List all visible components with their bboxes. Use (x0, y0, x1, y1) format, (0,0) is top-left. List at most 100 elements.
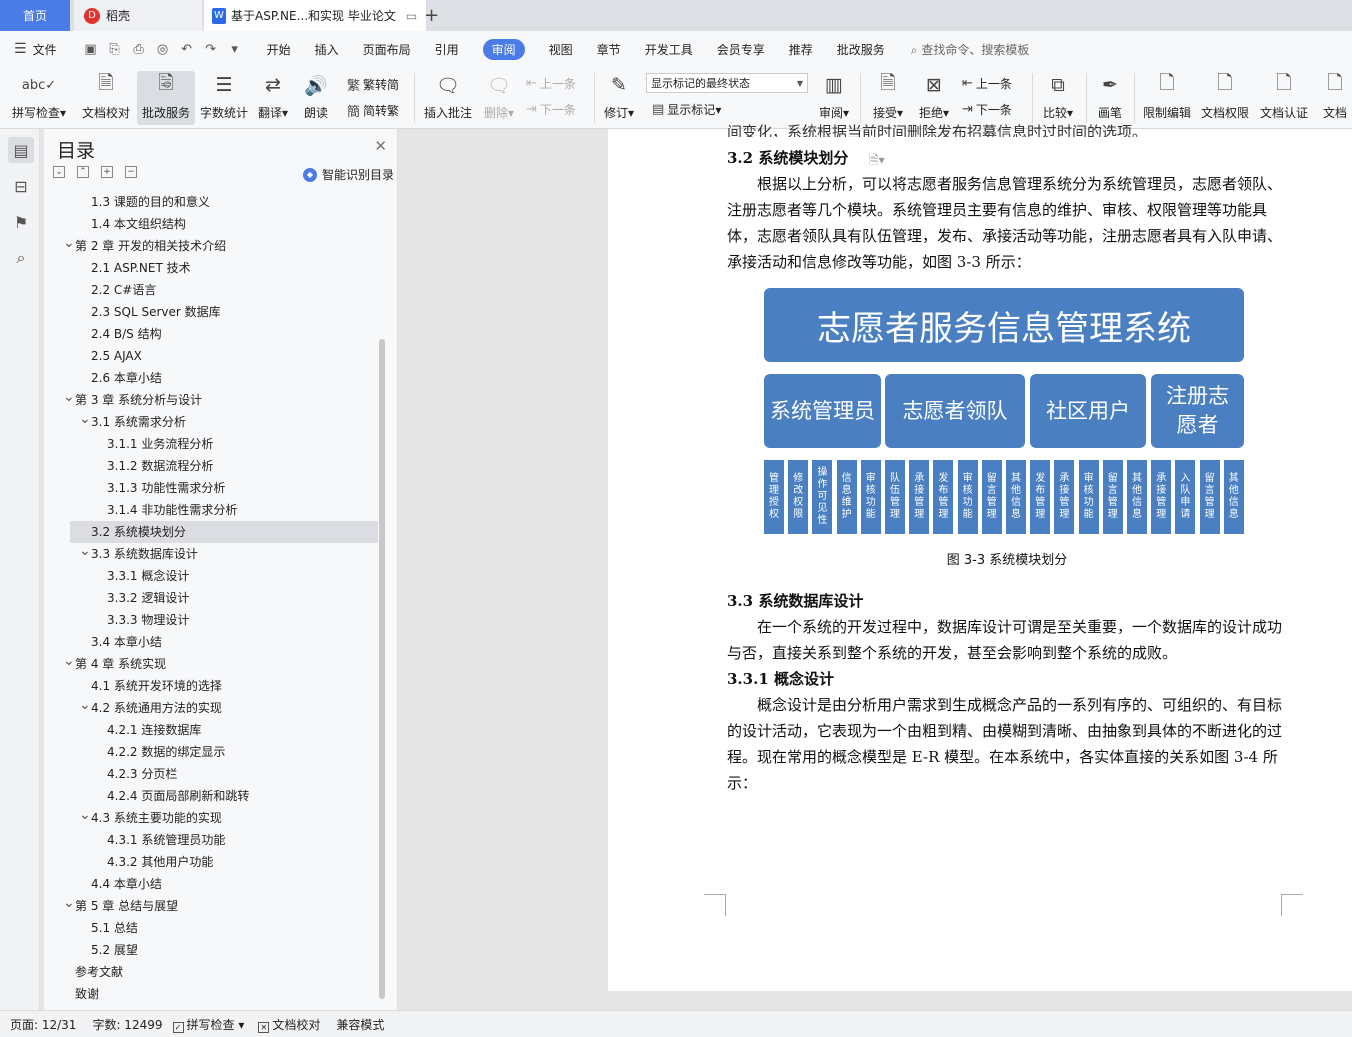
spell-check-button[interactable]: abc✓ 拼写检查▾ (8, 71, 70, 125)
toc-item[interactable]: ⌄ 第 2 章 开发的相关技术介绍 (44, 235, 374, 257)
toc-item[interactable]: 4.4 本章小结 (44, 873, 374, 895)
doc-more-button[interactable]: 🗋 文档 (1318, 71, 1352, 125)
undo-icon[interactable]: ↶ (179, 41, 195, 57)
save-icon[interactable]: ▣ (83, 41, 99, 57)
toc-item[interactable]: 4.3.1 系统管理员功能 (44, 829, 374, 851)
toc-item[interactable]: 3.4 本章小结 (44, 631, 374, 653)
markup-state-select[interactable]: 显示标记的最终状态 ▼ (646, 73, 808, 93)
toc-item[interactable]: ⌄ 3.3 系统数据库设计 (44, 543, 374, 565)
toc-item[interactable]: ⌄ 第 4 章 系统实现 (44, 653, 374, 675)
tab-window-icon[interactable]: ▭ (406, 9, 417, 23)
doc-auth-button[interactable]: 🗋 文档认证 (1256, 71, 1312, 125)
fan-to-jian-button[interactable]: 繁繁转简 (347, 75, 399, 94)
search-icon[interactable]: ⌕ (8, 245, 34, 271)
tab-home[interactable]: 首页 (0, 0, 70, 31)
toc-item[interactable]: 3.1.4 非功能性需求分析 (44, 499, 374, 521)
toc-item[interactable]: ⌄ 3.1 系统需求分析 (44, 411, 374, 433)
redo-icon[interactable]: ↷ (203, 41, 219, 57)
menu-view[interactable]: 视图 (549, 41, 573, 58)
toc-item[interactable]: ⌄ 4.2 系统通用方法的实现 (44, 697, 374, 719)
status-proof[interactable]: ✕ 文档校对 (258, 1016, 320, 1033)
delete-comment-button[interactable]: 🗨 删除▾ (480, 71, 518, 125)
menu-review[interactable]: 审阅 (482, 38, 525, 60)
tab-document[interactable]: W 基于ASP.NE...和实现 毕业论文 ▭ (204, 0, 426, 31)
toc-item[interactable]: ⌄ 4.3 系统主要功能的实现 (44, 807, 374, 829)
dropdown-icon[interactable]: ▾ (227, 41, 243, 57)
print-icon[interactable]: ⎙ (131, 41, 147, 57)
toc-item[interactable]: 4.2.3 分页栏 (44, 763, 374, 785)
toc-item[interactable]: 3.3.3 物理设计 (44, 609, 374, 631)
toc-item[interactable]: 1.4 本文组织结构 (44, 213, 374, 235)
toc-item[interactable]: 致谢 (44, 983, 374, 1005)
toc-item[interactable]: ⌄ 第 3 章 系统分析与设计 (44, 389, 374, 411)
toc-item[interactable]: 2.5 AJAX (44, 345, 374, 367)
menu-recommend[interactable]: 推荐 (789, 41, 813, 58)
menu-pigai[interactable]: 批改服务 (837, 41, 885, 58)
restrict-edit-button[interactable]: 🗋 限制编辑 (1140, 71, 1194, 125)
bookmark-icon[interactable]: ⚑ (8, 209, 34, 235)
close-icon[interactable]: ✕ (374, 137, 387, 155)
prev-comment-button[interactable]: ⇤ 上一条 (526, 75, 576, 92)
chevron-down-icon[interactable]: ⌄ (63, 892, 75, 914)
preview-icon[interactable]: ◎ (155, 41, 171, 57)
toc-item[interactable]: 2.6 本章小结 (44, 367, 374, 389)
tab-daoke[interactable]: D 稻壳 (74, 0, 202, 31)
chevron-down-icon[interactable]: ⌄ (79, 408, 91, 430)
show-marks-button[interactable]: ▤ 显示标记 ▾ (652, 101, 721, 118)
toc-item[interactable]: 3.3.1 概念设计 (44, 565, 374, 587)
toc-item[interactable]: 1.3 课题的目的和意义 (44, 191, 374, 213)
toc-item[interactable]: 4.2.4 页面局部刷新和跳转 (44, 785, 374, 807)
menu-devtools[interactable]: 开发工具 (645, 41, 693, 58)
insert-comment-button[interactable]: 🗨 插入批注 (420, 71, 476, 125)
chevron-down-icon[interactable]: ⌄ (63, 232, 75, 254)
toc-item[interactable]: 4.3.2 其他用户功能 (44, 851, 374, 873)
hamburger-icon[interactable]: ☰ (14, 41, 27, 57)
add-heading-icon[interactable]: + (101, 166, 113, 178)
next-comment-button[interactable]: ⇥ 下一条 (526, 101, 576, 118)
jian-to-fan-button[interactable]: 簡简转繁 (347, 101, 399, 120)
menu-layout[interactable]: 页面布局 (363, 41, 411, 58)
chevron-down-icon[interactable]: ⌄ (63, 650, 75, 672)
read-aloud-button[interactable]: 🔊 朗读 (298, 71, 334, 125)
menu-reference[interactable]: 引用 (435, 41, 459, 58)
collapse-all-icon[interactable]: ⌄ (53, 166, 65, 178)
accept-button[interactable]: 🗎 接受▾ (868, 71, 908, 125)
prev-change-button[interactable]: ⇤ 上一条 (962, 75, 1012, 92)
status-word-count[interactable]: 字数: 12499 (92, 1016, 162, 1033)
toc-item[interactable]: 4.2.2 数据的绑定显示 (44, 741, 374, 763)
chevron-down-icon[interactable]: ⌄ (79, 694, 91, 716)
doc-proof-button[interactable]: 🗎 文档校对 (78, 71, 134, 125)
pigai-service-button[interactable]: 🗟 批改服务 (137, 71, 195, 125)
expand-all-icon[interactable]: ⌃ (77, 166, 89, 178)
new-tab-button[interactable]: + (424, 0, 442, 31)
smart-toc-button[interactable]: ◆ 智能识别目录 (302, 166, 394, 183)
nav-tree-icon[interactable]: ⊟ (8, 173, 34, 199)
toc-item-selected[interactable]: 3.2 系统模块划分 (70, 521, 378, 543)
revise-button[interactable]: ✎ 修订▾ (600, 71, 638, 125)
toc-item[interactable]: 5.1 总结 (44, 917, 374, 939)
compare-button[interactable]: ⧉ 比较▾ (1038, 71, 1078, 125)
toc-item[interactable]: 2.1 ASP.NET 技术 (44, 257, 374, 279)
doc-rights-button[interactable]: 🗋 文档权限 (1198, 71, 1252, 125)
review-pane-button[interactable]: ▥ 审阅▾ (814, 71, 854, 125)
menu-member[interactable]: 会员专享 (717, 41, 765, 58)
chevron-down-icon[interactable]: ⌄ (63, 386, 75, 408)
menu-file[interactable]: 文件 (33, 41, 57, 58)
toc-item[interactable]: ⌄ 第 5 章 总结与展望 (44, 895, 374, 917)
toc-item[interactable]: 2.4 B/S 结构 (44, 323, 374, 345)
word-count-button[interactable]: ☰ 字数统计 (198, 71, 250, 125)
toc-scrollbar[interactable] (379, 339, 385, 999)
toc-item[interactable]: 3.1.3 功能性需求分析 (44, 477, 374, 499)
toc-item[interactable]: 3.1.2 数据流程分析 (44, 455, 374, 477)
toc-item[interactable]: 4.1 系统开发环境的选择 (44, 675, 374, 697)
menu-start[interactable]: 开始 (267, 41, 291, 58)
command-search[interactable]: ⌕ 查找命令、搜索模板 (911, 41, 1030, 58)
toc-item[interactable]: 2.2 C#语言 (44, 279, 374, 301)
toc-item[interactable]: 2.3 SQL Server 数据库 (44, 301, 374, 323)
status-spell-check[interactable]: ✓ 拼写检查 ▾ (172, 1016, 244, 1033)
toc-item[interactable]: 5.2 展望 (44, 939, 374, 961)
chevron-down-icon[interactable]: ⌄ (79, 540, 91, 562)
menu-insert[interactable]: 插入 (315, 41, 339, 58)
chevron-down-icon[interactable]: ⌄ (79, 804, 91, 826)
reject-button[interactable]: ⊠ 拒绝▾ (914, 71, 954, 125)
